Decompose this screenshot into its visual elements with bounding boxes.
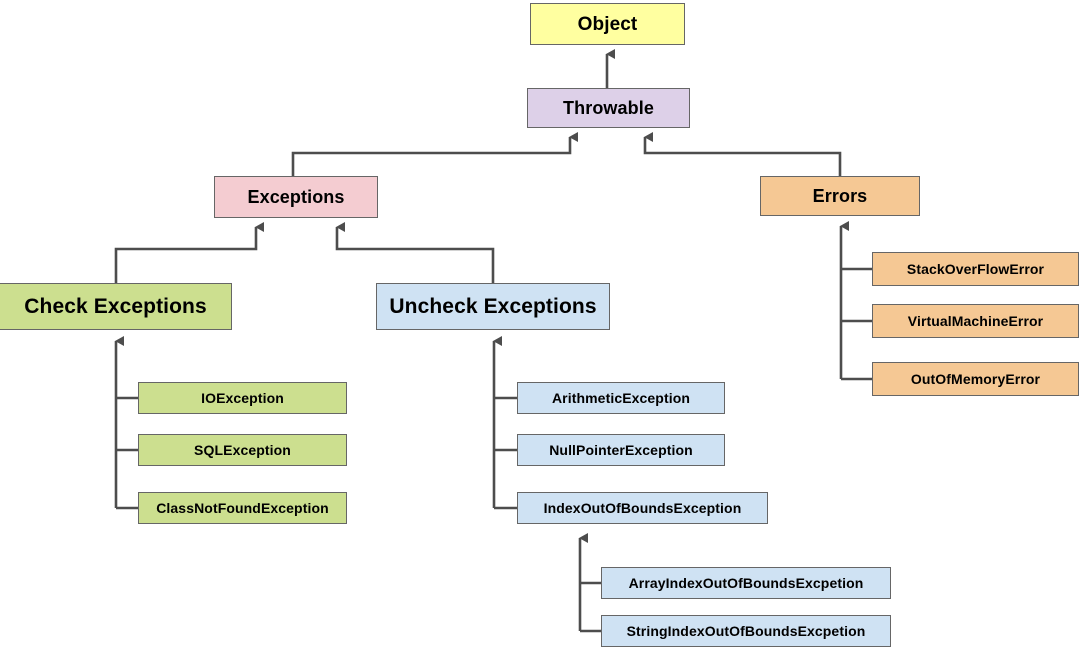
node-indexoutofboundsexception-label: IndexOutOfBoundsException <box>543 500 742 516</box>
node-nullpointerexception[interactable]: NullPointerException <box>517 434 725 466</box>
node-ioexception-label: IOException <box>201 390 284 406</box>
node-exceptions-label: Exceptions <box>247 187 345 207</box>
node-object[interactable]: Object <box>530 3 685 45</box>
node-check-exceptions[interactable]: Check Exceptions <box>0 283 232 330</box>
node-check-exceptions-label: Check Exceptions <box>24 295 207 318</box>
node-outofmemoryerror-label: OutOfMemoryError <box>910 371 1041 387</box>
node-object-label: Object <box>577 13 638 35</box>
node-classnotfoundexception-label: ClassNotFoundException <box>156 500 329 516</box>
node-stringindexoutofboundsexcpetion-label: StringIndexOutOfBoundsExcpetion <box>626 623 866 639</box>
node-errors[interactable]: Errors <box>760 176 920 216</box>
node-outofmemoryerror[interactable]: OutOfMemoryError <box>872 362 1079 396</box>
edge-errors-throwable <box>643 132 842 176</box>
node-throwable[interactable]: Throwable <box>527 88 690 128</box>
node-arrayindexoutofboundsexcpetion-label: ArrayIndexOutOfBoundsExcpetion <box>628 575 864 591</box>
node-uncheck-exceptions-label: Uncheck Exceptions <box>389 295 597 318</box>
node-sqlexception-label: SQLException <box>194 442 291 458</box>
node-indexoutofboundsexception[interactable]: IndexOutOfBoundsException <box>517 492 768 524</box>
node-arrayindexoutofboundsexcpetion[interactable]: ArrayIndexOutOfBoundsExcpetion <box>601 567 891 599</box>
edge-uncheck-exceptions <box>335 222 495 283</box>
node-arithmeticexception[interactable]: ArithmeticException <box>517 382 725 414</box>
node-errors-label: Errors <box>812 186 868 206</box>
node-sqlexception[interactable]: SQLException <box>138 434 347 466</box>
exception-hierarchy-diagram: Object Throwable Exceptions Errors Check… <box>0 0 1080 648</box>
node-stringindexoutofboundsexcpetion[interactable]: StringIndexOutOfBoundsExcpetion <box>601 615 891 647</box>
edge-check-exceptions <box>114 222 264 283</box>
node-stackoverflowerror[interactable]: StackOverFlowError <box>872 252 1079 286</box>
node-arithmeticexception-label: ArithmeticException <box>551 390 691 406</box>
node-exceptions[interactable]: Exceptions <box>214 176 378 218</box>
node-nullpointerexception-label: NullPointerException <box>549 442 693 458</box>
node-virtualmachineerror[interactable]: VirtualMachineError <box>872 304 1079 338</box>
node-classnotfoundexception[interactable]: ClassNotFoundException <box>138 492 347 524</box>
node-virtualmachineerror-label: VirtualMachineError <box>907 313 1044 329</box>
node-throwable-label: Throwable <box>563 98 654 118</box>
node-stackoverflowerror-label: StackOverFlowError <box>906 261 1045 277</box>
node-ioexception[interactable]: IOException <box>138 382 347 414</box>
edge-exceptions-throwable <box>291 132 578 176</box>
node-uncheck-exceptions[interactable]: Uncheck Exceptions <box>376 283 610 330</box>
